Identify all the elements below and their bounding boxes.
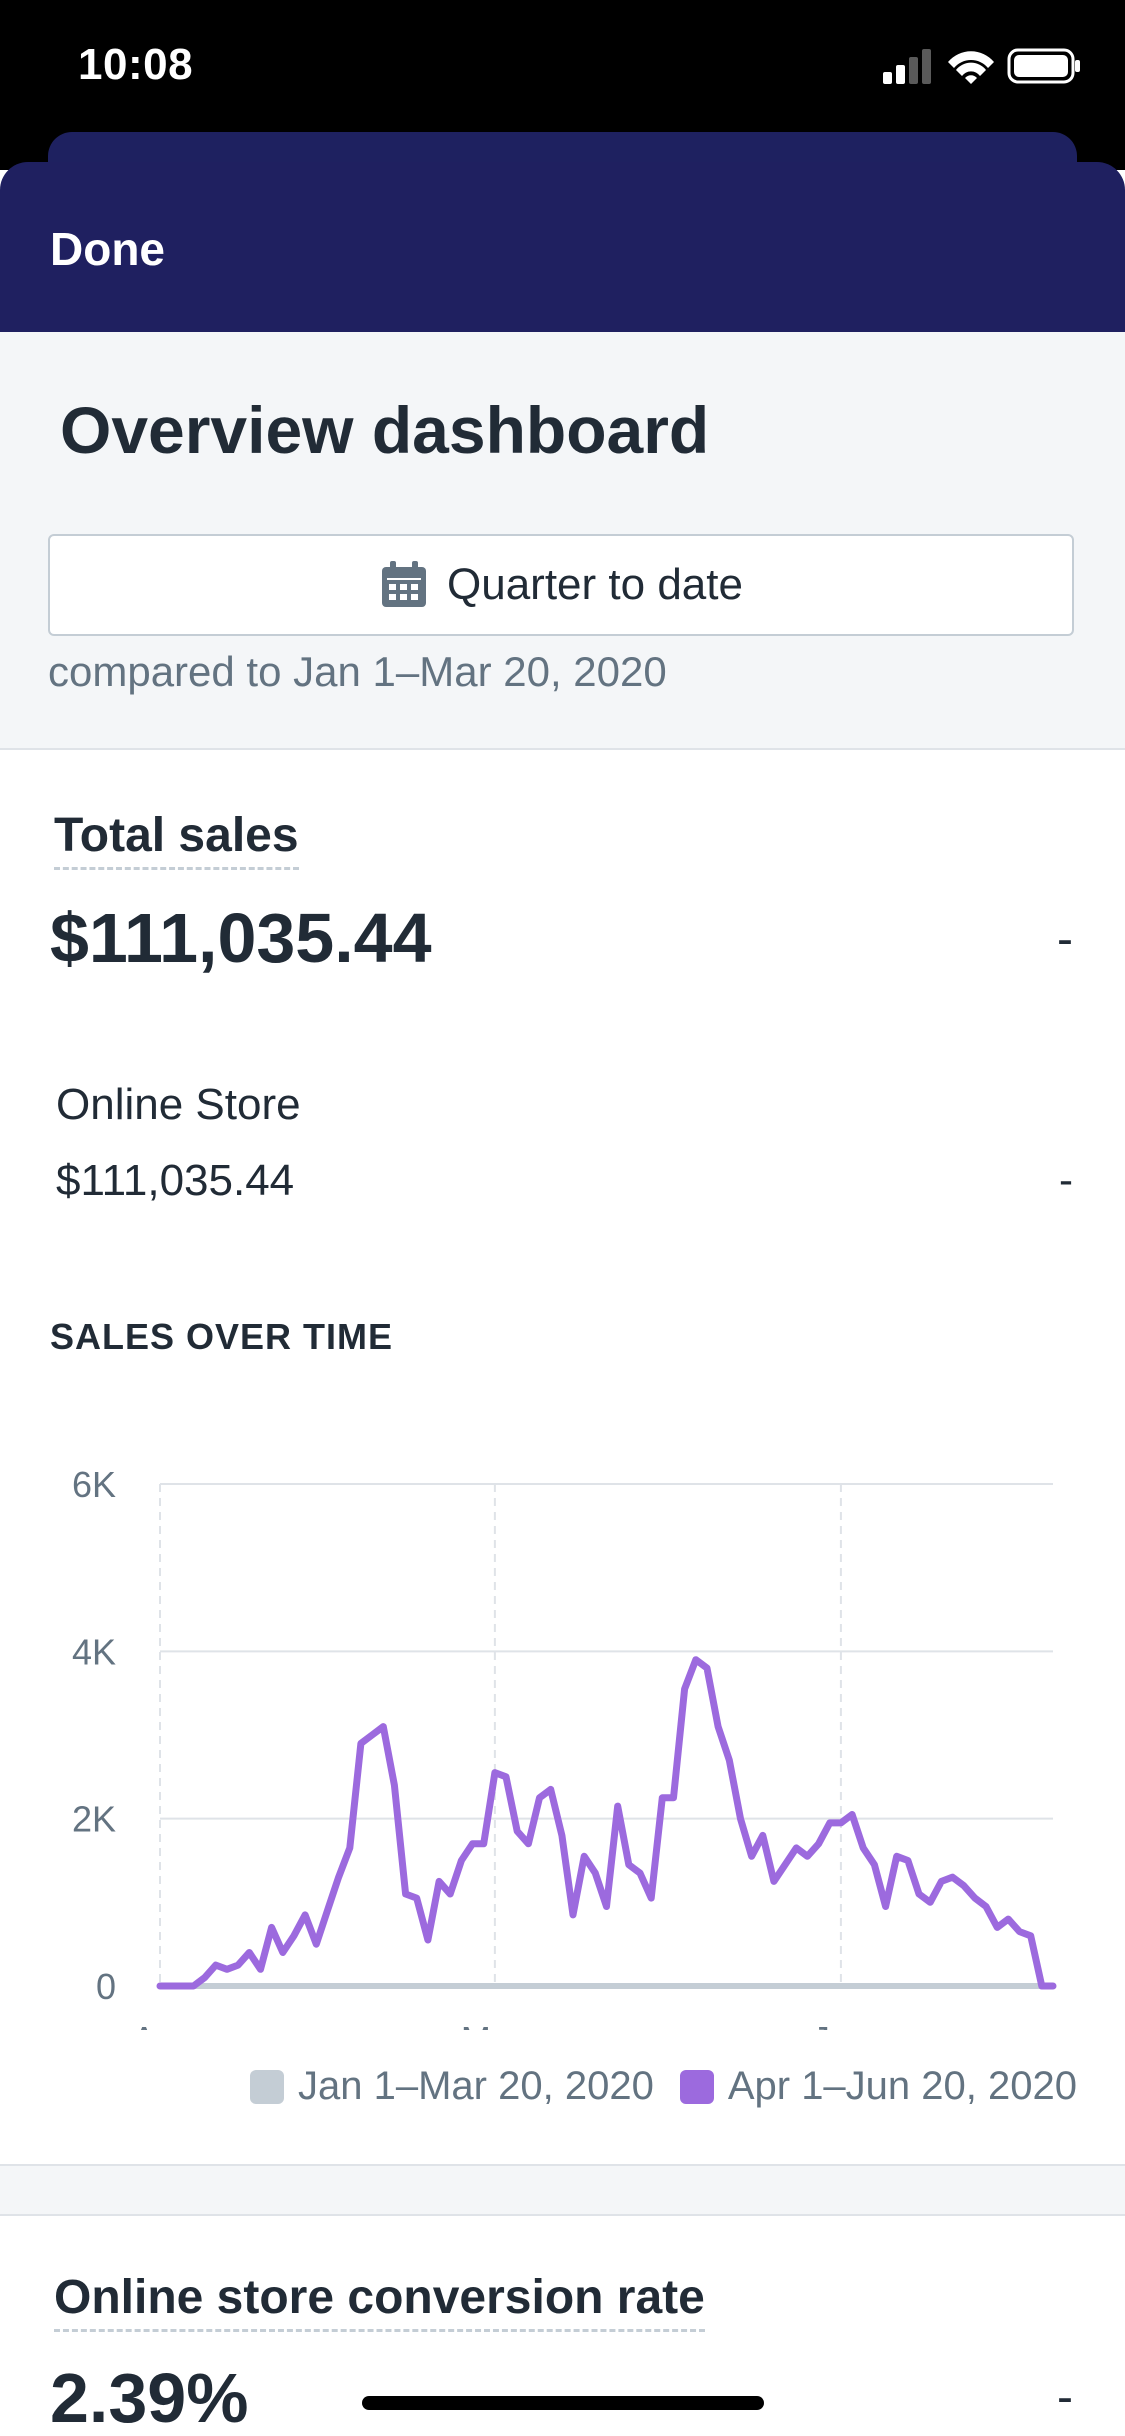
x-tick-label: Jun — [812, 2019, 870, 2030]
chart-legend: Jan 1–Mar 20, 2020 Apr 1–Jun 20, 2020 — [224, 2064, 1077, 2109]
y-tick-label: 4K — [72, 1631, 116, 1672]
home-indicator — [362, 2396, 764, 2410]
legend-item-current: Apr 1–Jun 20, 2020 — [679, 2064, 1077, 2109]
page-title: Overview dashboard — [60, 393, 710, 467]
legend-item-previous: Jan 1–Mar 20, 2020 — [250, 2064, 654, 2109]
comparison-period-text: compared to Jan 1–Mar 20, 2020 — [48, 648, 667, 695]
total-sales-title[interactable]: Total sales — [54, 808, 299, 870]
date-range-label: Quarter to date — [447, 560, 743, 609]
cellular-signal-icon — [883, 49, 931, 84]
status-icons — [883, 48, 1080, 84]
legend-swatch-current — [679, 2069, 714, 2104]
legend-swatch-previous — [250, 2069, 285, 2104]
legend-label-current: Apr 1–Jun 20, 2020 — [727, 2064, 1077, 2108]
sales-over-time-chart: 0 2K 4K 6K Apr May Jun — [72, 1464, 1057, 2030]
total-sales-value: $111,035.44 — [50, 899, 432, 977]
status-time: 10:08 — [78, 40, 194, 89]
y-tick-label: 6K — [72, 1464, 116, 1505]
breakdown-label: Online Store — [56, 1080, 301, 1129]
card-separator — [0, 2166, 1125, 2216]
legend-label-previous: Jan 1–Mar 20, 2020 — [298, 2064, 654, 2108]
series-line-current-period — [156, 1656, 1057, 1990]
y-tick-label: 2K — [72, 1799, 116, 1840]
date-range-button[interactable]: Quarter to date — [48, 534, 1074, 636]
total-sales-card: Total sales $111,035.44 - Online Store $… — [0, 750, 1125, 2166]
x-tick-label: Apr — [132, 2019, 188, 2030]
modal-navbar: Done — [0, 162, 1125, 332]
x-tick-label: May — [461, 2019, 529, 2030]
done-button[interactable]: Done — [50, 222, 165, 276]
conversion-rate-change: - — [1057, 2371, 1073, 2424]
calendar-icon — [382, 561, 427, 607]
sales-over-time-label: SALES OVER TIME — [50, 1316, 394, 1357]
y-tick-label: 0 — [96, 1966, 116, 2007]
total-sales-change: - — [1057, 913, 1073, 966]
wifi-icon — [948, 51, 994, 84]
dashboard-header: Overview dashboard Quarter to date compa… — [0, 332, 1125, 750]
conversion-rate-value: 2.39% — [50, 2359, 249, 2436]
breakdown-change: - — [1059, 1156, 1073, 1203]
breakdown-value: $111,035.44 — [56, 1156, 295, 1205]
conversion-rate-title[interactable]: Online store conversion rate — [54, 2270, 705, 2332]
battery-icon — [1007, 48, 1080, 84]
